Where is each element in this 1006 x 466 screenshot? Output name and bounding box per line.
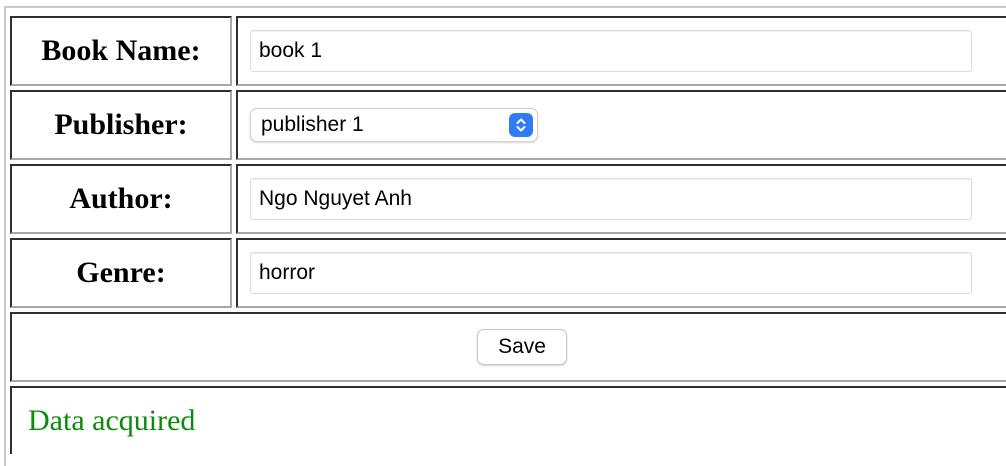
save-button[interactable]: Save — [477, 329, 567, 365]
publisher-select[interactable]: publisher 1 — [250, 108, 538, 142]
status-row: Data acquired — [10, 386, 1006, 454]
book-name-cell — [236, 16, 1006, 86]
genre-label: Genre: — [10, 238, 232, 308]
genre-input[interactable] — [250, 252, 972, 294]
author-label: Author: — [10, 164, 232, 234]
publisher-row: Publisher: publisher 1 — [10, 90, 1006, 160]
book-form: Book Name: Publisher: publisher 1 Author… — [10, 12, 1006, 458]
genre-row: Genre: — [10, 238, 1006, 308]
status-message: Data acquired — [10, 386, 1006, 454]
author-input[interactable] — [250, 178, 972, 220]
save-row: Save — [10, 312, 1006, 382]
publisher-select-value: publisher 1 — [261, 113, 364, 136]
book-name-row: Book Name: — [10, 16, 1006, 86]
book-name-input[interactable] — [250, 30, 972, 72]
book-name-label: Book Name: — [10, 16, 232, 86]
publisher-cell: publisher 1 — [236, 90, 1006, 160]
author-row: Author: — [10, 164, 1006, 234]
chevron-up-down-icon — [509, 113, 533, 137]
publisher-label: Publisher: — [10, 90, 232, 160]
author-cell — [236, 164, 1006, 234]
save-cell: Save — [10, 312, 1006, 382]
genre-cell — [236, 238, 1006, 308]
